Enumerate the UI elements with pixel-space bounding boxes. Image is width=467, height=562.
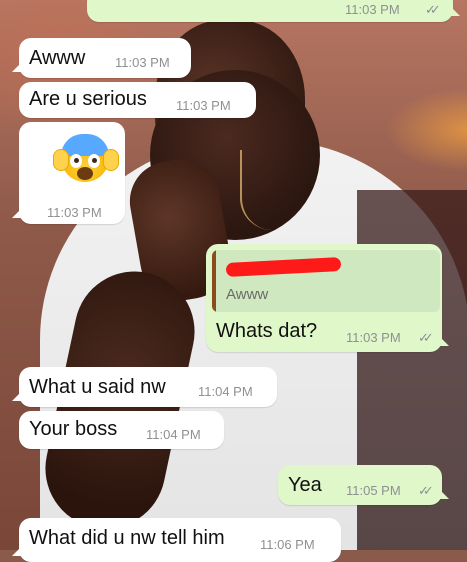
emoji-hand-right	[103, 149, 119, 171]
message-bubble-incoming[interactable]: What did u nw tell him 11:06 PM	[12, 518, 341, 562]
message-bubble-incoming[interactable]: What u said nw 11:04 PM	[12, 367, 277, 407]
message-text: What u said nw	[29, 376, 166, 398]
message-bubble-incoming[interactable]: Awww 11:03 PM	[12, 38, 191, 78]
message-text: Are u serious	[29, 88, 147, 110]
quoted-text: Awww	[226, 286, 269, 303]
message-text: Whats dat?	[216, 320, 318, 342]
message-bubble-incoming[interactable]: Your boss 11:04 PM	[19, 411, 224, 449]
message-time: 11:04 PM	[146, 427, 201, 442]
bubble-tail	[12, 208, 22, 218]
bubble-tail	[12, 546, 22, 556]
redacted-sender-name	[225, 257, 342, 277]
emoji-hand-left	[53, 149, 69, 171]
message-time: 11:05 PM	[346, 483, 401, 498]
message-bubble-outgoing-reply[interactable]: Awww Whats dat? 11:03 PM ✓✓	[206, 244, 449, 352]
quoted-message[interactable]: Awww	[212, 250, 440, 312]
message-bubble-outgoing[interactable]: 11:03 PM ✓✓	[87, 0, 460, 22]
read-receipt-icon: ✓✓	[418, 483, 434, 498]
message-time: 11:03 PM	[115, 55, 170, 70]
message-text: Yea	[288, 474, 322, 496]
bubble-tail	[439, 489, 449, 499]
bubble-tail	[450, 6, 460, 16]
message-time: 11:03 PM	[47, 205, 102, 220]
emoji-eye-left	[70, 154, 82, 168]
message-text: Your boss	[29, 418, 118, 440]
bubble-tail	[12, 391, 22, 401]
bubble-tail	[12, 62, 22, 72]
bubble-tail	[439, 336, 449, 346]
message-text: What did u nw tell him	[29, 527, 225, 549]
emoji-mouth	[77, 167, 93, 180]
message-time: 11:03 PM	[176, 98, 231, 113]
message-bubble-incoming-emoji[interactable]: 11:03 PM	[12, 122, 125, 224]
message-text: Awww	[29, 47, 86, 69]
emoji-eye-right	[88, 154, 100, 168]
read-receipt-icon: ✓✓	[418, 330, 434, 345]
message-bubble-incoming[interactable]: Are u serious 11:03 PM	[19, 82, 256, 118]
message-bubble-outgoing[interactable]: Yea 11:05 PM ✓✓	[278, 465, 449, 505]
message-time: 11:03 PM	[346, 330, 401, 345]
message-time: 11:04 PM	[198, 384, 253, 399]
read-receipt-icon: ✓✓	[425, 2, 441, 17]
message-time: 11:03 PM	[345, 2, 400, 17]
quote-bar	[212, 250, 216, 312]
